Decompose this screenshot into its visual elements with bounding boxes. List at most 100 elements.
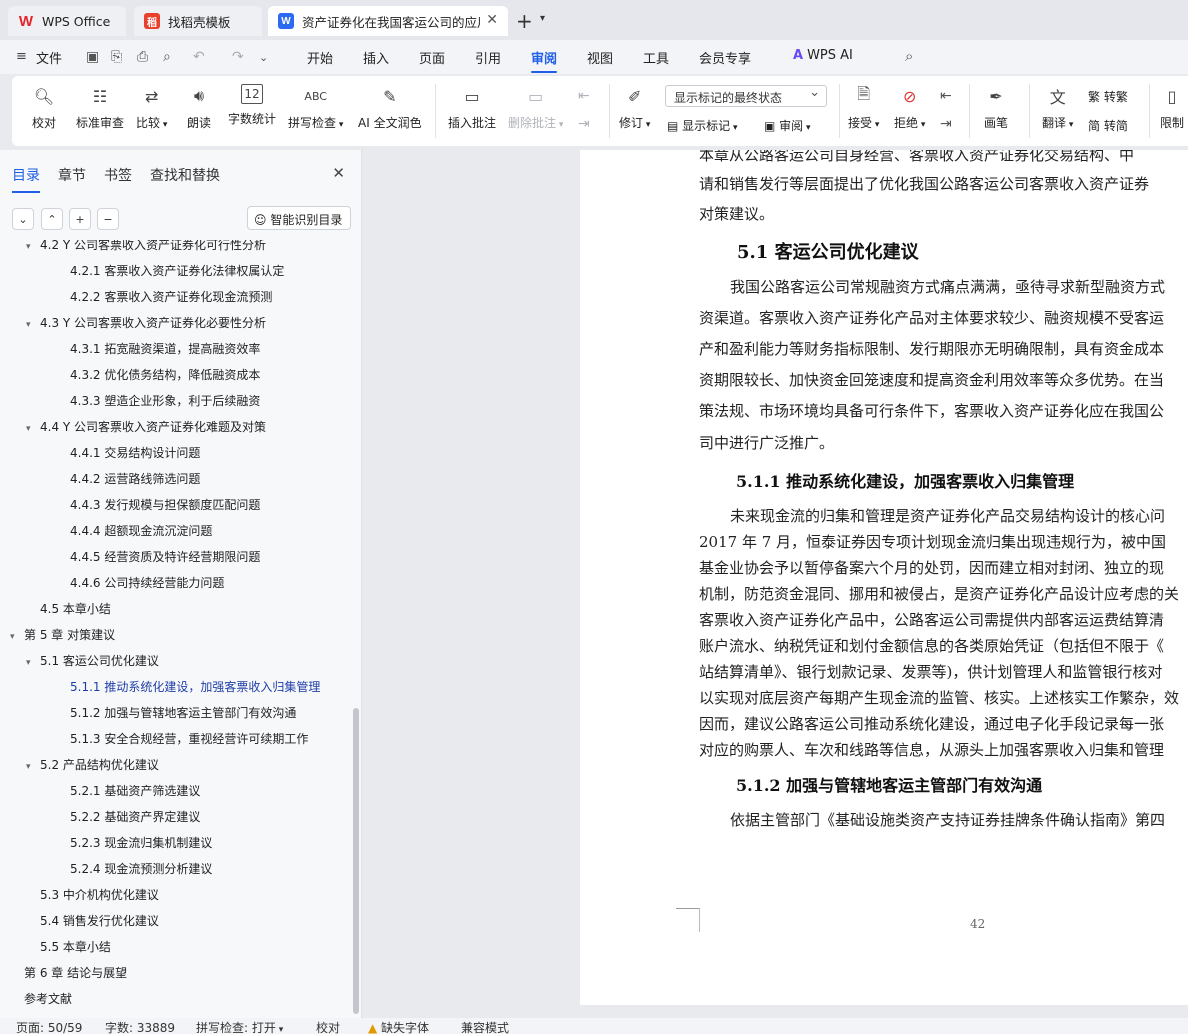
menu-page[interactable]: 页面: [419, 48, 445, 67]
menu-wps-ai[interactable]: A WPS AI: [793, 48, 853, 63]
toc-item[interactable]: 参考文献: [24, 990, 72, 1010]
toc-item[interactable]: 4.4.6 公司持续经营能力问题: [70, 574, 224, 594]
remove-icon[interactable]: −: [97, 208, 119, 230]
print-preview-icon[interactable]: ⌕: [163, 49, 171, 65]
print-icon[interactable]: ⎙: [137, 49, 148, 65]
quick-access-more-icon[interactable]: ⌄: [259, 51, 268, 64]
add-icon[interactable]: +: [69, 208, 91, 230]
toc-item[interactable]: 4.4.4 超额现金流沉淀问题: [70, 522, 212, 542]
search-icon[interactable]: ⌕: [905, 47, 913, 65]
toc-item[interactable]: 4.4.3 发行规模与担保额度匹配问题: [70, 496, 260, 516]
tab-template[interactable]: 稻 找稻壳模板: [134, 6, 262, 36]
proof-indicator[interactable]: 校对: [316, 1019, 340, 1034]
toc-item[interactable]: ▾ 第 5 章 对策建议: [10, 626, 115, 646]
toc-item[interactable]: 5.1.3 安全合规经营，重视经营许可续期工作: [70, 730, 308, 750]
toc-item[interactable]: ▾ 4.4 Y 公司客票收入资产证券化难题及对策: [26, 418, 266, 438]
toc-item[interactable]: 5.1.2 加强与管辖地客运主管部门有效沟通: [70, 704, 296, 724]
review-pane-button[interactable]: ▣ 审阅 ▾: [764, 117, 811, 134]
menu-review[interactable]: 审阅: [531, 48, 558, 73]
toc-item[interactable]: 5.2.3 现金流归集机制建议: [70, 834, 212, 854]
toc-item[interactable]: 4.3.3 塑造企业形象，利于后续融资: [70, 392, 260, 412]
toc-item[interactable]: 5.3 中介机构优化建议: [40, 886, 159, 906]
toc-item[interactable]: 4.3.1 拓宽融资渠道，提高融资效率: [70, 340, 260, 360]
toc-item[interactable]: ▾ 4.2 Y 公司客票收入资产证券化可行性分析: [26, 240, 266, 256]
restrict-editing-button[interactable]: ▯ 限制: [1160, 84, 1184, 131]
standard-review-button[interactable]: ☷ 标准审查: [76, 84, 124, 131]
to-simplified-button[interactable]: 简 转简: [1088, 117, 1128, 134]
menu-tools[interactable]: 工具: [643, 48, 669, 67]
menu-icon[interactable]: ≡: [16, 49, 27, 64]
spell-check-button[interactable]: ABC 拼写检查 ▾: [288, 84, 343, 131]
chevron-down-icon[interactable]: ▾: [26, 242, 40, 252]
toc-item[interactable]: 5.5 本章小结: [40, 938, 111, 958]
toc-item[interactable]: 4.4.5 经营资质及特许经营期限问题: [70, 548, 260, 568]
menu-insert[interactable]: 插入: [363, 48, 389, 67]
menu-view[interactable]: 视图: [587, 48, 613, 67]
proofread-button[interactable]: 🔍︎ 校对: [32, 84, 56, 131]
ai-polish-button[interactable]: ✎ AI 全文润色: [358, 84, 422, 131]
menu-home[interactable]: 开始: [307, 48, 333, 67]
toc-item[interactable]: 4.3.2 优化债务结构，降低融资成本: [70, 366, 260, 386]
menu-file[interactable]: 文件: [36, 48, 62, 67]
toc-item[interactable]: 5.2.1 基础资产筛选建议: [70, 782, 200, 802]
track-changes-button[interactable]: ✐ 修订 ▾: [619, 84, 650, 131]
pen-button[interactable]: ✒ 画笔: [984, 84, 1008, 131]
tab-document[interactable]: W 资产证券化在我国客运公司的应用 ✕: [268, 6, 508, 36]
page-indicator[interactable]: 页面: 50/59: [16, 1019, 82, 1034]
sidebar-scrollbar[interactable]: [353, 708, 359, 1014]
missing-font-indicator[interactable]: ▲ 缺失字体: [368, 1019, 429, 1034]
chevron-down-icon[interactable]: ▾: [10, 632, 24, 642]
toc-item[interactable]: 4.2.1 客票收入资产证券化法律权属认定: [70, 262, 284, 282]
smart-toc-button[interactable]: ☺ 智能识别目录: [247, 206, 351, 230]
close-icon[interactable]: ✕: [332, 164, 345, 182]
word-count-indicator[interactable]: 字数: 33889: [105, 1019, 175, 1034]
close-icon[interactable]: ✕: [486, 12, 498, 28]
toc-item[interactable]: 4.5 本章小结: [40, 600, 111, 620]
translate-button[interactable]: 文翻译 ▾: [1042, 84, 1073, 131]
chevron-up-icon[interactable]: ⌃: [41, 208, 63, 230]
chevron-down-icon[interactable]: ▾: [26, 762, 40, 772]
chevron-down-icon[interactable]: ▾: [540, 13, 545, 24]
chevron-down-icon[interactable]: ⌄: [12, 208, 34, 230]
toc-item[interactable]: 5.1.1 推动系统化建设，加强客票收入归集管理: [70, 678, 320, 698]
toc-item[interactable]: 4.2.2 客票收入资产证券化现金流预测: [70, 288, 272, 308]
delete-comment-button[interactable]: ▭ 删除批注 ▾: [508, 84, 563, 131]
undo-icon[interactable]: ↶: [193, 49, 205, 65]
toc-item[interactable]: 5.4 销售发行优化建议: [40, 912, 159, 932]
next-comment-icon[interactable]: ⇥: [578, 116, 590, 132]
accept-button[interactable]: 🗎︎ 接受 ▾: [848, 84, 879, 131]
document-page[interactable]: 本章从公路客运公司自身经营、客票收入资产证券化交易结构、中 请和销售发行等层面提…: [580, 150, 1188, 1005]
toc-item[interactable]: 第 6 章 结论与展望: [24, 964, 127, 984]
tab-toc[interactable]: 目录: [12, 165, 40, 193]
toc-item[interactable]: 5.2.4 现金流预测分析建议: [70, 860, 212, 880]
next-change-icon[interactable]: ⇥: [940, 116, 952, 132]
toc-item[interactable]: ▾ 5.1 客运公司优化建议: [26, 652, 159, 672]
insert-comment-button[interactable]: ▭ 插入批注: [448, 84, 496, 131]
read-aloud-button[interactable]: 🔊︎ 朗读: [187, 84, 211, 131]
menu-member[interactable]: 会员专享: [699, 48, 751, 67]
chevron-down-icon[interactable]: ▾: [26, 320, 40, 330]
toc-item[interactable]: 4.4.1 交易结构设计问题: [70, 444, 200, 464]
toc-item[interactable]: 5.2.2 基础资产界定建议: [70, 808, 200, 828]
toc-item[interactable]: 4.4.2 运营路线筛选问题: [70, 470, 200, 490]
chevron-down-icon[interactable]: ▾: [26, 658, 40, 668]
tab-bookmarks[interactable]: 书签: [104, 165, 132, 185]
spell-check-indicator[interactable]: 拼写检查: 打开 ▾: [196, 1019, 283, 1034]
tab-wps-office[interactable]: W WPS Office: [8, 6, 126, 36]
tab-chapters[interactable]: 章节: [58, 165, 86, 185]
save-icon[interactable]: ▣: [86, 49, 99, 65]
export-icon[interactable]: ⎘: [111, 49, 122, 65]
word-count-button[interactable]: 12 字数统计: [228, 84, 276, 127]
reject-button[interactable]: ⊘ 拒绝 ▾: [894, 84, 925, 131]
show-markup-button[interactable]: ▤ 显示标记 ▾: [667, 117, 738, 134]
previous-comment-icon[interactable]: ⇤: [578, 88, 590, 104]
markup-mode-select[interactable]: 显示标记的最终状态: [665, 85, 827, 107]
compare-button[interactable]: ⇄ 比较 ▾: [136, 84, 167, 131]
to-traditional-button[interactable]: 繁 转繁: [1088, 88, 1128, 105]
previous-change-icon[interactable]: ⇤: [940, 88, 952, 104]
toc-item[interactable]: ▾ 5.2 产品结构优化建议: [26, 756, 159, 776]
toc-item[interactable]: ▾ 4.3 Y 公司客票收入资产证券化必要性分析: [26, 314, 266, 334]
new-tab-icon[interactable]: +: [516, 9, 533, 33]
redo-icon[interactable]: ↷: [232, 49, 244, 65]
chevron-down-icon[interactable]: ▾: [26, 424, 40, 434]
